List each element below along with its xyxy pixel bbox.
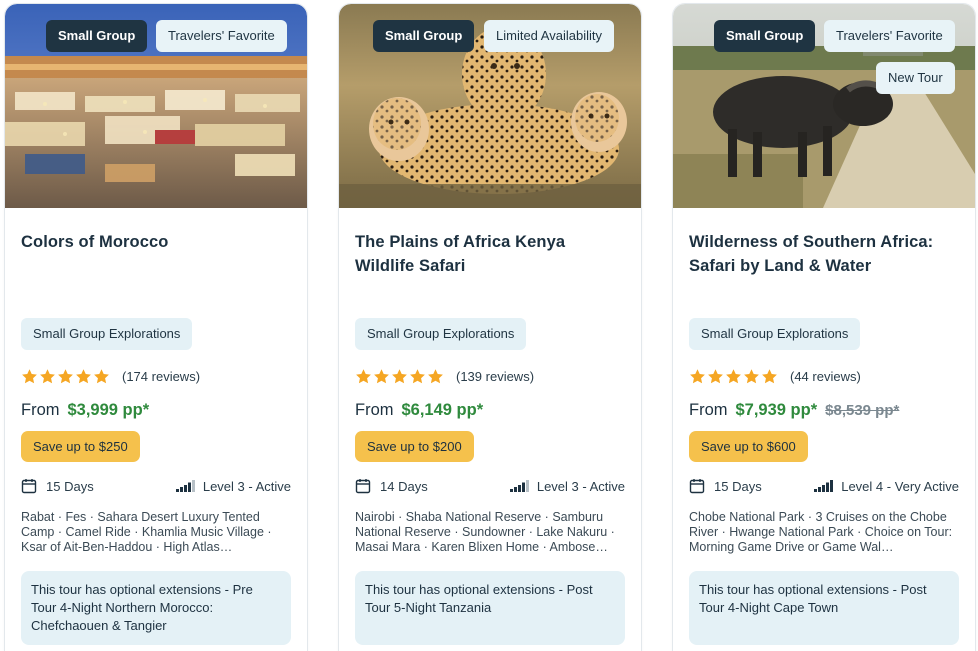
extension-note: This tour has optional extensions - Post… xyxy=(689,571,959,645)
star-icon xyxy=(356,368,371,383)
tour-title[interactable]: Wilderness of Southern Africa: Safari by… xyxy=(689,230,959,278)
star-icon xyxy=(726,368,741,383)
star-rating xyxy=(355,368,444,385)
review-count[interactable]: (174 reviews) xyxy=(122,369,200,384)
new-tour-tag: New Tour xyxy=(876,62,955,94)
price-amount: $3,999 pp* xyxy=(67,401,150,419)
star-icon xyxy=(374,368,389,383)
star-icon xyxy=(40,368,55,383)
star-rating xyxy=(21,368,110,385)
tour-duration: 15 Days xyxy=(46,478,94,494)
activity-level: Level 3 - Active xyxy=(202,478,291,494)
savings-badge: Save up to $600 xyxy=(689,431,808,462)
savings-badge: Save up to $200 xyxy=(355,431,474,462)
tour-card-morocco[interactable]: Small Group Travelers' Favorite Colors o… xyxy=(5,4,307,651)
activity-level-icon xyxy=(175,480,195,492)
savings-badge: Save up to $250 xyxy=(21,431,140,462)
tour-duration: 15 Days xyxy=(714,478,762,494)
travelers-favorite-tag: Travelers' Favorite xyxy=(156,20,287,52)
tour-photo[interactable]: Small Group Travelers' Favorite New Tour xyxy=(673,4,975,208)
price-prefix: From xyxy=(355,401,394,419)
extension-note: This tour has optional extensions - Pre … xyxy=(21,571,291,645)
star-icon xyxy=(410,368,425,383)
itinerary-summary: Rabat · Fes · Sahara Desert Luxury Tente… xyxy=(21,510,272,554)
tour-card-southern-africa[interactable]: Small Group Travelers' Favorite New Tour… xyxy=(673,4,975,651)
rating: (139 reviews) xyxy=(355,366,534,386)
review-count[interactable]: (139 reviews) xyxy=(456,369,534,384)
star-icon xyxy=(58,368,73,383)
small-group-tag: Small Group xyxy=(46,20,148,52)
extension-note: This tour has optional extensions - Post… xyxy=(355,571,625,645)
star-icon xyxy=(428,368,443,383)
tour-meta: 15 Days Level 4 - Very Active xyxy=(689,476,959,496)
star-icon xyxy=(22,368,37,383)
star-icon xyxy=(762,368,777,383)
review-count[interactable]: (44 reviews) xyxy=(790,369,861,384)
price-amount: $6,149 pp* xyxy=(401,401,484,419)
activity-level: Level 3 - Active xyxy=(536,478,625,494)
itinerary-summary: Nairobi · Shaba National Reserve · Sambu… xyxy=(355,510,615,554)
star-rating xyxy=(689,368,778,385)
price: From $3,999 pp* xyxy=(21,401,149,420)
small-group-tag: Small Group xyxy=(373,20,475,52)
collection-badge: Small Group Explorations xyxy=(689,318,861,350)
price: From $7,939 pp* $8,539 pp* xyxy=(689,401,899,420)
price-prefix: From xyxy=(21,401,60,419)
star-icon xyxy=(94,368,109,383)
tour-card-kenya[interactable]: Small Group Limited Availability The Pla… xyxy=(339,4,641,651)
tour-title[interactable]: The Plains of Africa Kenya Wildlife Safa… xyxy=(355,230,625,278)
rating: (44 reviews) xyxy=(689,366,861,386)
rating: (174 reviews) xyxy=(21,366,200,386)
itinerary-summary: Chobe National Park · 3 Cruises on the C… xyxy=(689,510,953,554)
tour-meta: 14 Days Level 3 - Active xyxy=(355,476,625,496)
price: From $6,149 pp* xyxy=(355,401,483,420)
tour-title[interactable]: Colors of Morocco xyxy=(21,230,291,254)
collection-badge: Small Group Explorations xyxy=(355,318,527,350)
calendar-icon xyxy=(21,479,37,494)
tour-duration: 14 Days xyxy=(380,478,428,494)
star-icon xyxy=(690,368,705,383)
star-icon xyxy=(392,368,407,383)
activity-level-icon xyxy=(814,480,834,492)
activity-level: Level 4 - Very Active xyxy=(841,478,959,494)
calendar-icon xyxy=(689,479,705,494)
price-prefix: From xyxy=(689,401,728,419)
price-amount: $7,939 pp* xyxy=(735,401,818,419)
original-price: $8,539 pp* xyxy=(825,402,900,419)
small-group-tag: Small Group xyxy=(714,20,816,52)
star-icon xyxy=(76,368,91,383)
activity-level-icon xyxy=(509,480,529,492)
star-icon xyxy=(744,368,759,383)
travelers-favorite-tag: Travelers' Favorite xyxy=(824,20,955,52)
calendar-icon xyxy=(355,479,371,494)
collection-badge: Small Group Explorations xyxy=(21,318,193,350)
tour-photo[interactable]: Small Group Limited Availability xyxy=(339,4,641,208)
tour-photo[interactable]: Small Group Travelers' Favorite xyxy=(5,4,307,208)
tour-meta: 15 Days Level 3 - Active xyxy=(21,476,291,496)
star-icon xyxy=(708,368,723,383)
limited-availability-tag: Limited Availability xyxy=(484,20,614,52)
